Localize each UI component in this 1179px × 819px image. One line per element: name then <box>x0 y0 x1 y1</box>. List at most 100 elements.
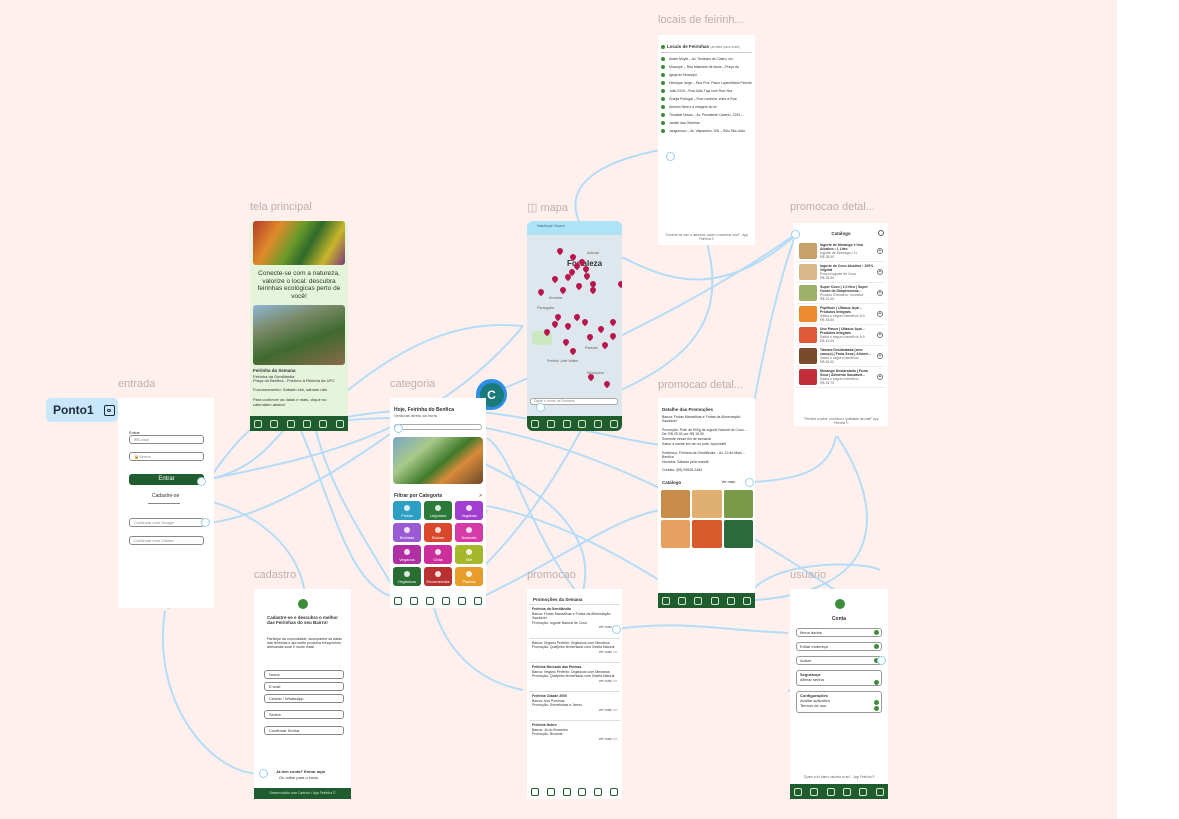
connection-handle[interactable] <box>201 518 210 527</box>
catalog-item[interactable]: Iogurte de Coco Alcalino • 100% Vegetal P… <box>796 262 886 283</box>
local-item[interactable]: Henrique Jorge – Rua Prof. Paulo Lopes/M… <box>661 81 753 85</box>
catalog-item[interactable]: Iogurte de Morango e Uva Alcalino • 1 Li… <box>796 241 886 262</box>
bottom-nav[interactable] <box>790 784 888 799</box>
screen-mapa[interactable]: Nautique Soure Fortaleza Aldeota Montese… <box>527 221 622 431</box>
category-tile[interactable]: Mel <box>455 545 483 564</box>
map-pin-icon[interactable] <box>608 331 618 341</box>
map-pin-icon[interactable] <box>810 787 819 796</box>
signup-field[interactable]: Senha <box>264 710 344 719</box>
local-item[interactable]: Trindade Novos – Av. Presidente Castelo,… <box>661 113 753 117</box>
bottom-nav[interactable] <box>250 416 348 431</box>
local-item[interactable]: Assim Moyle – Av. Teodósio de Castro, s/… <box>661 57 753 61</box>
map-pin-icon[interactable] <box>558 285 568 295</box>
category-tile[interactable]: Frutas <box>393 501 421 520</box>
store-icon[interactable] <box>594 419 603 428</box>
email-field[interactable]: ✉ E-Mail <box>129 435 204 444</box>
connection-handle[interactable] <box>612 625 621 634</box>
bottom-nav[interactable] <box>658 593 755 608</box>
row-alterar-senha[interactable]: Alterar senha <box>800 677 881 682</box>
screen-cadastro[interactable]: Cadastre-se e descubra o melhor das Feir… <box>254 589 351 799</box>
search-icon[interactable] <box>826 787 835 796</box>
home-icon[interactable] <box>394 596 402 605</box>
map-pin-icon[interactable] <box>568 252 578 262</box>
row-avisar[interactable]: Avisar <box>796 656 882 665</box>
screen-catalogo[interactable]: Catálogo Iogurte de Morango e Uva Alcali… <box>794 223 888 426</box>
row-editar-endereco[interactable]: Editar endereço <box>796 642 882 651</box>
map-pin-icon[interactable] <box>616 279 622 289</box>
map-pin-icon[interactable] <box>542 327 552 337</box>
catalog-item[interactable]: Morango Desidratado | Fruta Seca | Alime… <box>796 367 886 388</box>
map-pin-icon[interactable] <box>563 321 573 331</box>
promo-icon[interactable] <box>710 596 719 605</box>
map-pin-icon[interactable] <box>586 372 596 382</box>
map-pin-icon[interactable] <box>568 346 578 356</box>
signup-link[interactable]: Cadastre-se <box>152 493 179 499</box>
category-tile[interactable]: Naturais <box>455 523 483 542</box>
signup-field[interactable]: E-mail <box>264 682 344 691</box>
promo-more[interactable]: ver mais >> <box>532 737 617 742</box>
map-pin-icon[interactable] <box>678 596 687 605</box>
connection-handle[interactable] <box>536 403 545 412</box>
map-pin-icon[interactable] <box>546 787 555 796</box>
catalog-thumbnail[interactable] <box>692 520 722 548</box>
user-icon[interactable] <box>875 787 884 796</box>
local-item[interactable]: Mucuripe – Rua Machado de Assis – Praça … <box>661 65 753 69</box>
category-tile[interactable]: Vegetais <box>455 501 483 520</box>
category-tile[interactable]: Bebidas <box>393 523 421 542</box>
local-item[interactable]: Antônio Neto e a margem do rio <box>661 105 753 109</box>
close-icon[interactable] <box>878 230 884 236</box>
map-pin-icon[interactable] <box>572 312 582 322</box>
catalog-thumbnail[interactable] <box>692 490 722 518</box>
promo-icon[interactable] <box>303 419 312 428</box>
flow-start-badge[interactable]: Ponto1 <box>46 398 118 422</box>
screen-usuario[interactable]: Conta Meus dados Editar endereço Avisar … <box>790 589 888 799</box>
add-icon[interactable]: + <box>877 311 883 317</box>
connection-handle[interactable] <box>666 152 675 161</box>
catalog-item[interactable]: Tâmara Desidratada (sem caroço) | Fruta … <box>796 346 886 367</box>
connection-handle[interactable] <box>877 656 886 665</box>
promo-card[interactable]: Feirinha Cidade 2000 Banca: Ana Pominas Pr… <box>529 691 620 714</box>
map-pin-icon[interactable] <box>550 274 560 284</box>
map-pin-icon[interactable] <box>555 246 565 256</box>
search-icon[interactable] <box>562 419 571 428</box>
promo-card[interactable]: Feirinha da Gentilândia Banca: Frutas Mar… <box>529 604 620 632</box>
promo-card[interactable]: Feirinha Mercado das Pimbas Banca: Vegano… <box>529 662 620 685</box>
map-pin-icon[interactable] <box>410 596 418 605</box>
user-icon[interactable] <box>610 419 619 428</box>
category-tile[interactable]: Orgânicos <box>393 567 421 586</box>
user-icon[interactable] <box>610 787 619 796</box>
google-login-button[interactable]: Continuar com Google <box>129 518 204 527</box>
category-tile[interactable]: Encomendas <box>424 567 452 586</box>
map-pin-icon[interactable] <box>270 419 279 428</box>
phone-login-button[interactable]: Continuar com Celular <box>129 536 204 545</box>
login-button[interactable]: Entrar <box>129 474 204 485</box>
home-icon[interactable] <box>530 419 539 428</box>
promo-more[interactable]: ver mais >> <box>532 679 617 684</box>
promo-more[interactable]: ver mais >> <box>532 625 617 630</box>
screen-locais[interactable]: Locais de Feirinhas (arraste para mais) … <box>658 35 755 245</box>
local-item[interactable]: Jangurussu – Av. Valparaíso, S/N – Sítio… <box>661 129 753 133</box>
add-icon[interactable]: + <box>877 374 883 380</box>
user-icon[interactable] <box>474 596 482 605</box>
signup-field[interactable]: Nome <box>264 670 344 679</box>
connection-handle[interactable] <box>745 478 754 487</box>
home-icon[interactable] <box>662 596 671 605</box>
store-icon[interactable] <box>319 419 328 428</box>
bottom-nav[interactable] <box>527 416 622 431</box>
category-search-input[interactable] <box>394 424 482 430</box>
connection-handle[interactable] <box>791 230 800 239</box>
store-icon[interactable] <box>458 596 466 605</box>
signup-field[interactable]: Confirmar Senha <box>264 726 344 735</box>
add-icon[interactable]: + <box>877 248 883 254</box>
map-pin-icon[interactable] <box>588 285 598 295</box>
password-field[interactable]: 🔒 Senha <box>129 452 204 461</box>
add-icon[interactable]: + <box>877 353 883 359</box>
screen-promocao-detalhe[interactable]: Detalhe das Promoções Banca: Frutas Mara… <box>658 398 755 608</box>
search-icon[interactable] <box>286 419 295 428</box>
catalog-item[interactable]: Uno Pasco | Ultasuc Açaí – Produtos Inte… <box>796 325 886 346</box>
row-termos[interactable]: Termos de uso <box>800 703 881 708</box>
user-icon[interactable] <box>742 596 751 605</box>
connection-handle[interactable] <box>394 424 403 433</box>
category-tile[interactable]: Raízes <box>424 523 452 542</box>
row-meus-dados[interactable]: Meus dados <box>796 628 882 637</box>
